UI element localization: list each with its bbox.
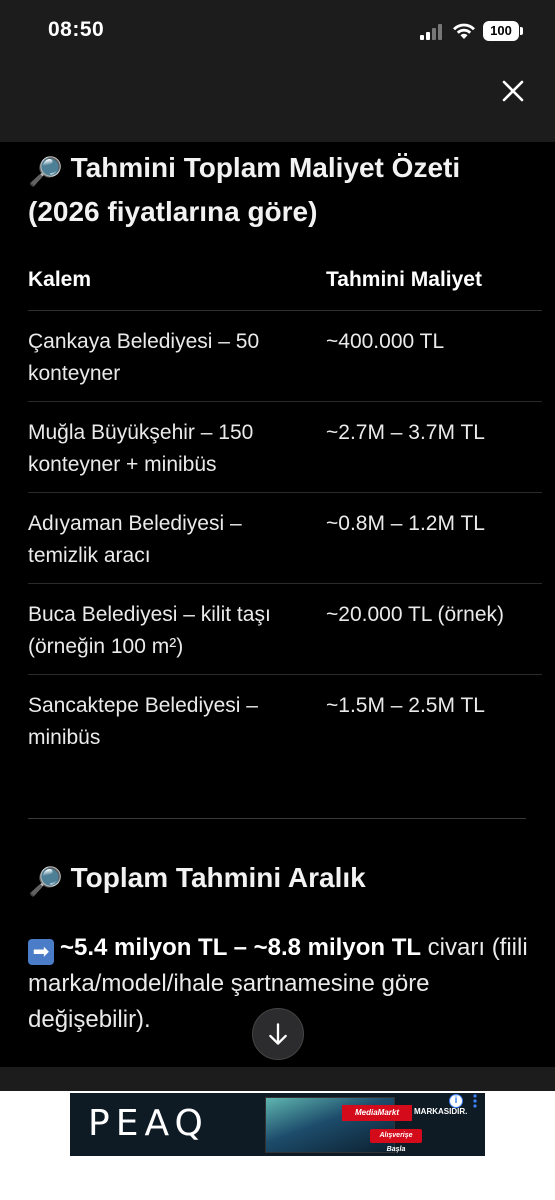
ad-brand-logo: MediaMarkt (342, 1105, 412, 1121)
section-heading-cost-summary: 🔎 Tahmini Toplam Maliyet Özeti (2026 fiy… (28, 148, 538, 232)
ad-banner[interactable]: PEAQ MediaMarkt MARKASIDIR. Alışverişe B… (70, 1093, 485, 1156)
section-heading-total-range: 🔎 Toplam Tahmini Aralık (28, 858, 366, 902)
heading-text: Toplam Tahmini Aralık (70, 862, 366, 893)
row-cost: ~0.8M – 1.2M TL (326, 512, 485, 535)
row-divider (28, 583, 542, 584)
magnifier-emoji: 🔎 (28, 866, 63, 897)
row-cost: ~400.000 TL (326, 330, 445, 353)
viewer-top-bar (0, 62, 555, 142)
scroll-down-button[interactable] (252, 1008, 304, 1060)
column-header-item: Kalem (28, 268, 92, 291)
table-header-divider (28, 310, 542, 311)
row-cost: ~2.7M – 3.7M TL (326, 421, 485, 444)
ad-info-icon[interactable]: i (449, 1094, 463, 1108)
battery-indicator: 100 (483, 21, 523, 41)
wifi-icon (453, 23, 475, 39)
bottom-bar (0, 1067, 555, 1091)
heading-text: Tahmini Toplam Maliyet Özeti (2026 fiyat… (28, 152, 461, 227)
row-cost: ~1.5M – 2.5M TL (326, 694, 485, 717)
section-divider (28, 818, 526, 819)
ad-cta-button[interactable]: Alışverişe Başla (370, 1129, 422, 1153)
row-cost: ~20.000 TL (örnek) (326, 603, 505, 626)
cellular-signal-icon (420, 24, 442, 40)
ad-logo-text: PEAQ (88, 1103, 209, 1144)
row-item: Sancaktepe Belediyesi – minibüs (28, 694, 258, 749)
row-item: Muğla Büyükşehir – 150 konteyner + minib… (28, 421, 254, 476)
row-divider (28, 401, 542, 402)
status-time: 08:50 (48, 18, 105, 41)
row-divider (28, 492, 542, 493)
summary-bold-range: ~5.4 milyon TL – ~8.8 milyon TL (60, 934, 422, 961)
column-header-cost: Tahmini Maliyet (326, 268, 482, 291)
ad-brand-tagline: MARKASIDIR. (414, 1107, 468, 1116)
right-arrow-icon: ➡ (28, 939, 54, 965)
magnifier-emoji: 🔎 (28, 156, 63, 187)
row-item: Buca Belediyesi – kilit taşı (örneğin 10… (28, 603, 271, 658)
message-content: 🔎 Tahmini Toplam Maliyet Özeti (2026 fiy… (0, 142, 555, 1067)
row-divider (28, 674, 542, 675)
row-item: Çankaya Belediyesi – 50 konteyner (28, 330, 260, 385)
ad-more-icon[interactable] (470, 1093, 480, 1109)
row-item: Adıyaman Belediyesi – temizlik aracı (28, 512, 242, 567)
close-icon[interactable] (498, 76, 528, 106)
status-bar: 08:50 100 (0, 0, 555, 62)
